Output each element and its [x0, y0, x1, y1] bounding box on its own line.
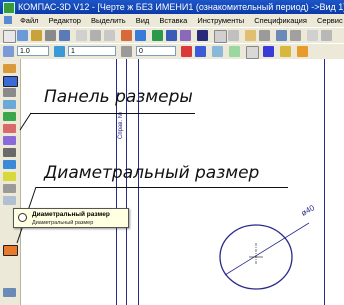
reports-panel-icon[interactable] — [3, 172, 16, 181]
pan-icon[interactable] — [245, 30, 256, 41]
refresh-icon[interactable] — [259, 30, 270, 41]
diameter-dimension-icon[interactable] — [3, 245, 18, 256]
open-icon[interactable] — [31, 30, 42, 41]
angular-dimension-icon[interactable] — [3, 288, 16, 297]
menu-select[interactable]: Выделить — [87, 14, 130, 27]
menu-file[interactable]: Файл — [16, 14, 42, 27]
layers-manager-icon[interactable] — [229, 46, 240, 57]
menu-tools[interactable]: Инструменты — [193, 14, 248, 27]
associative-views-icon[interactable] — [3, 148, 16, 157]
properties-icon[interactable] — [152, 30, 163, 41]
menu-insert[interactable]: Вставка — [155, 14, 191, 27]
tooltip-subtitle: Диаметральный размер — [32, 220, 94, 226]
zoom-in-icon[interactable] — [228, 30, 239, 41]
zoom-fit-icon[interactable] — [290, 30, 301, 41]
panel-pointer-line — [19, 112, 32, 131]
paste-icon[interactable] — [104, 30, 115, 41]
compact-toolbar — [0, 59, 21, 305]
kompas-app-icon — [3, 2, 15, 14]
save-icon[interactable] — [17, 30, 28, 41]
menu-bar: Файл Редактор Выделить Вид Вставка Инстр… — [0, 14, 344, 27]
new-document-icon[interactable] — [3, 30, 16, 43]
help-icon[interactable] — [197, 30, 208, 41]
diameter-tooltip-icon — [18, 213, 27, 222]
zoom-out-icon[interactable] — [321, 30, 332, 41]
geometry-panel-icon[interactable] — [3, 64, 16, 73]
local-cs-icon[interactable] — [212, 46, 223, 57]
editing-panel-icon[interactable] — [3, 100, 16, 109]
diameter-annotation: Диаметральный размер — [44, 163, 260, 183]
zoom-window-icon[interactable] — [276, 30, 287, 41]
measure-panel-icon[interactable] — [3, 124, 16, 133]
fx-icon[interactable] — [180, 30, 191, 41]
panel-pointer-stroke — [19, 112, 32, 131]
preview-icon[interactable] — [59, 30, 70, 41]
print-icon[interactable] — [45, 30, 56, 41]
panel-annotation-underline — [30, 113, 195, 114]
magnifier-icon[interactable] — [307, 30, 318, 41]
selection-panel-icon[interactable] — [3, 136, 16, 145]
menu-edit[interactable]: Редактор — [45, 14, 85, 27]
panel-annotation: Панель размеры — [44, 87, 193, 107]
dimensions-panel-icon[interactable] — [3, 76, 18, 87]
window-title: КОМПАС-3D V12 - [Черте ж БЕЗ ИМЕНИ1 (озн… — [18, 2, 344, 12]
scale-field[interactable]: 1.0 — [17, 46, 49, 56]
measure-icon[interactable] — [297, 46, 308, 57]
ortho-icon[interactable] — [121, 46, 132, 57]
diameter-line — [224, 222, 310, 276]
library-icon[interactable] — [166, 30, 177, 41]
layer-icon[interactable] — [54, 46, 65, 57]
step-field[interactable]: 0 — [136, 46, 176, 56]
redo-icon[interactable] — [135, 30, 146, 41]
cut-icon[interactable] — [76, 30, 87, 41]
title-bar: КОМПАС-3D V12 - [Черте ж БЕЗ ИМЕНИ1 (озн… — [0, 0, 344, 14]
layer-field[interactable]: 1 — [68, 46, 116, 56]
current-state-toolbar: 1.0 1 0 — [0, 43, 344, 60]
menu-service[interactable]: Сервис — [313, 14, 344, 27]
specification-panel-icon[interactable] — [3, 160, 16, 169]
undo-icon[interactable] — [121, 30, 132, 41]
diameter-annotation-underline — [36, 187, 288, 188]
tooltip: Диаметральный размер Диаметральный разме… — [13, 208, 129, 228]
vertical-frame-text: Справ. № — [118, 111, 124, 139]
circle-dimension[interactable] — [211, 209, 331, 299]
coordinates-icon[interactable] — [263, 46, 274, 57]
snap-icon[interactable] — [181, 46, 192, 57]
parametrize-icon[interactable] — [280, 46, 291, 57]
menu-view[interactable]: Вид — [132, 14, 154, 27]
copy-icon[interactable] — [90, 30, 101, 41]
standard-toolbar — [0, 27, 344, 44]
zoom-icon[interactable] — [214, 30, 227, 43]
document-icon[interactable] — [4, 16, 12, 24]
parametrization-panel-icon[interactable] — [3, 112, 16, 121]
state-icon[interactable] — [3, 46, 14, 57]
menu-specification[interactable]: Спецификация — [250, 14, 311, 27]
tooltip-title: Диаметральный размер — [32, 211, 110, 218]
cursor-icon[interactable] — [246, 46, 259, 59]
designations-panel-icon[interactable] — [3, 88, 16, 97]
grid-icon[interactable] — [195, 46, 206, 57]
